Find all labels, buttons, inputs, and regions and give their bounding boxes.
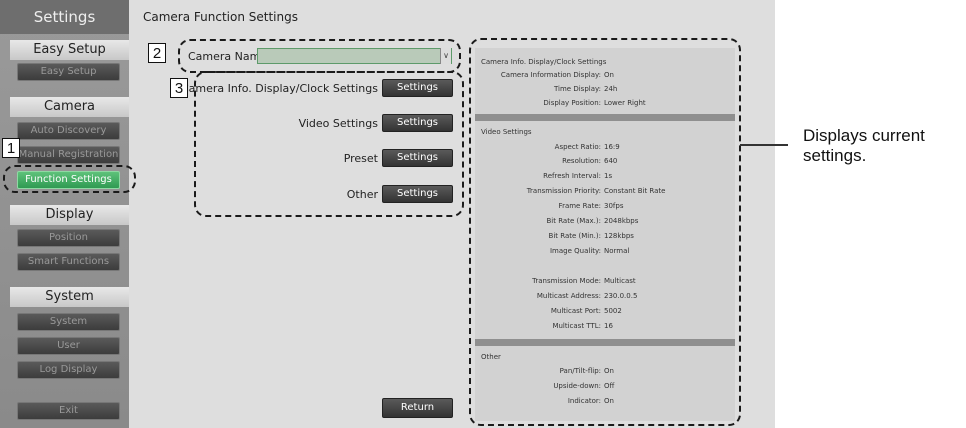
sidebar-item-system[interactable]: System [17,313,120,331]
exit-button[interactable]: Exit [17,402,120,420]
sidebar-header-camera: Camera [10,97,129,117]
callout-line-1: Displays current [803,126,925,145]
return-button[interactable]: Return [382,398,453,418]
annotation-number-3: 3 [170,78,188,98]
sidebar-item-position[interactable]: Position [17,229,120,247]
sidebar-header-easy-setup: Easy Setup [10,40,129,60]
sidebar-header-display: Display [10,205,129,225]
highlight-info-panel [469,38,741,426]
annotation-number-2: 2 [148,43,166,63]
annotation-number-1: 1 [2,138,20,158]
callout-line-2: settings. [803,146,867,165]
sidebar-header-system: System [10,287,129,307]
sidebar-item-auto-discovery[interactable]: Auto Discovery [17,122,120,140]
callout-text: Displays current settings. [803,126,925,166]
highlight-function-settings [3,165,136,193]
sidebar: Settings Easy Setup Easy Setup Camera Au… [0,0,129,428]
highlight-settings-buttons [194,71,464,217]
sidebar-title: Settings [0,0,129,34]
sidebar-item-manual-registration[interactable]: Manual Registration [17,146,120,164]
sidebar-item-user[interactable]: User [17,337,120,355]
sidebar-item-easy-setup[interactable]: Easy Setup [17,63,120,81]
sidebar-item-smart-functions[interactable]: Smart Functions [17,253,120,271]
sidebar-item-log-display[interactable]: Log Display [17,361,120,379]
page-title: Camera Function Settings [143,10,298,24]
callout-leader-line [740,144,788,146]
highlight-camera-name [178,39,461,73]
